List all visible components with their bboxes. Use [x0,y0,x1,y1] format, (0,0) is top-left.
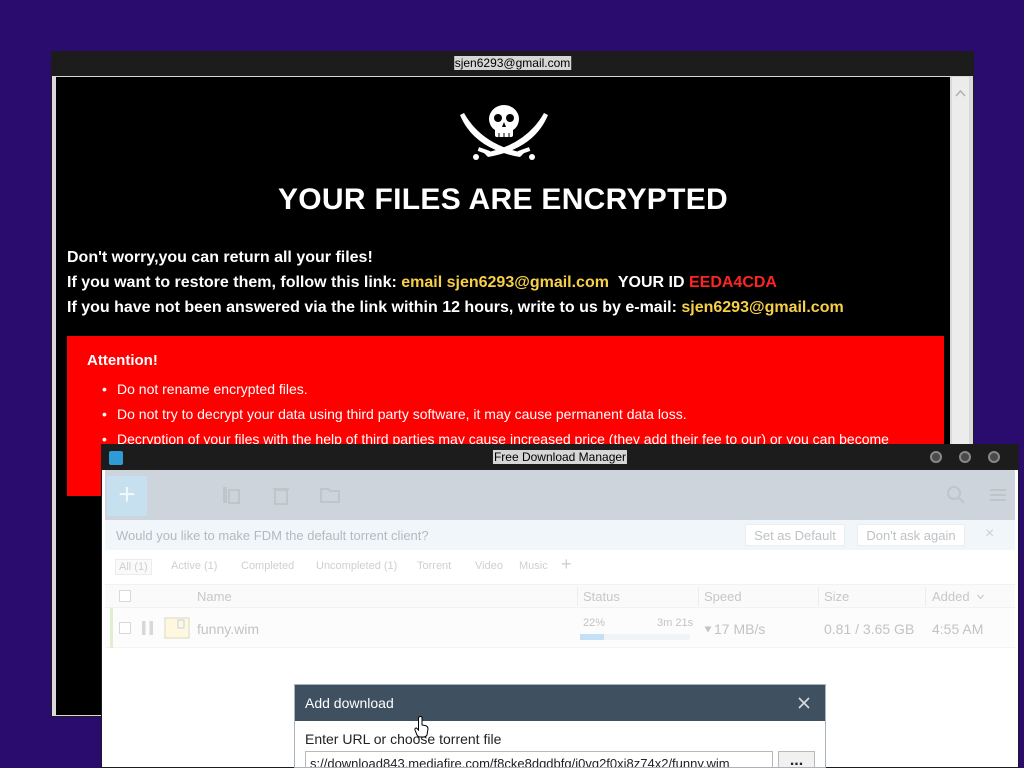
restore-instructions-text: If you want to restore them, follow this… [67,274,402,291]
attention-item: Do not try to decrypt your data using th… [102,406,687,422]
add-download-dialog: Add download Enter URL or choose torrent… [294,684,826,768]
skull-crossed-swords-icon [460,105,548,160]
attention-title: Attention! [87,352,158,369]
ransom-titlebar[interactable]: sjen6293@gmail.com [52,52,973,76]
fdm-titlebar[interactable]: Free Download Manager [102,445,1018,470]
hand-cursor-icon [414,716,429,738]
fdm-window-title: Free Download Manager [492,450,628,464]
url-input[interactable] [305,751,773,767]
dialog-title: Add download [305,695,394,711]
fallback-email-link[interactable]: sjen6293@gmail.com [681,299,843,316]
attention-item: Do not rename encrypted files. [102,381,308,397]
fallback-contact-line: If you have not been answered via the li… [67,299,844,317]
ransom-window-title: sjen6293@gmail.com [453,56,572,70]
fdm-app-icon [109,451,123,465]
url-label: Enter URL or choose torrent file [305,731,502,747]
victim-id: EEDA4CDA [688,274,777,291]
close-button[interactable] [988,451,1000,463]
reassurance-line: Don't worry,you can return all your file… [67,249,373,266]
fallback-contact-text: If you have not been answered via the li… [67,299,682,316]
maximize-button[interactable] [959,451,971,463]
browse-torrent-button[interactable]: ... [778,751,815,767]
dialog-header[interactable]: Add download [295,685,825,721]
ransom-headline: YOUR FILES ARE ENCRYPTED [277,183,729,216]
contact-email-link[interactable]: email sjen6293@gmail.com [401,274,609,291]
close-icon[interactable] [795,694,813,712]
restore-instructions-line: If you want to restore them, follow this… [67,274,777,292]
minimize-button[interactable] [930,451,942,463]
victim-id-label: YOUR ID [617,274,685,291]
scroll-up-arrow-icon[interactable] [955,88,966,99]
